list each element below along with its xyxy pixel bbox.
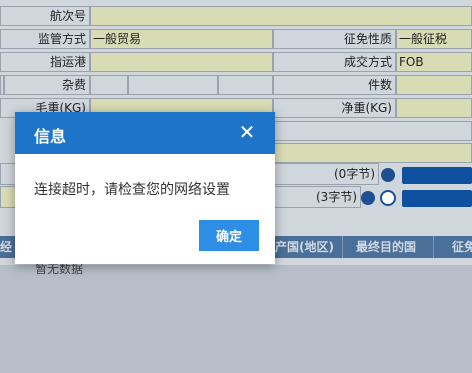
ok-button[interactable]: 确定 xyxy=(199,220,259,251)
dialog-message: 连接超时，请检查您的网络设置 xyxy=(34,182,230,198)
dialog-header: 信息 ✕ xyxy=(15,112,275,154)
close-icon[interactable]: ✕ xyxy=(237,122,257,142)
info-dialog: 信息 ✕ 连接超时，请检查您的网络设置 确定 xyxy=(15,112,275,264)
dialog-title: 信息 xyxy=(34,127,67,146)
